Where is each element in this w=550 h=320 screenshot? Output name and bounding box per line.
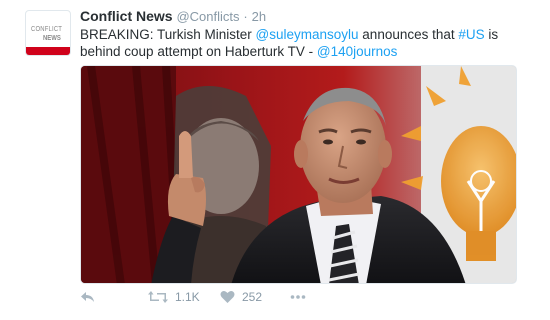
tweet-text: BREAKING: Turkish Minister @suleymansoyl… (80, 26, 520, 60)
avatar-brand-bar (26, 47, 70, 55)
avatar-logo-subtext: NEWS (43, 35, 61, 42)
retweet-icon (148, 290, 168, 304)
author-handle[interactable]: @Conflicts (176, 9, 239, 24)
tweet-photo[interactable] (80, 65, 517, 284)
reply-button[interactable] (80, 290, 95, 304)
retweet-count: 1.1K (175, 290, 200, 304)
more-icon (290, 290, 306, 304)
avatar[interactable]: CONFLICT NEWS (25, 10, 71, 56)
author-name[interactable]: Conflict News (80, 8, 173, 24)
like-count: 252 (242, 290, 263, 304)
tweet-text-part: announces that (358, 27, 459, 42)
tweet-header: Conflict News @Conflicts · 2h (80, 8, 266, 24)
heart-icon (220, 290, 235, 304)
tweet-timestamp[interactable]: 2h (252, 9, 266, 24)
header-separator: · (243, 9, 248, 24)
tweet-actions: 1.1K 252 (80, 290, 520, 310)
reply-icon (80, 290, 95, 304)
mention-link[interactable]: @suleymansoylu (256, 27, 359, 42)
retweet-button[interactable]: 1.1K (148, 290, 200, 304)
more-button[interactable] (290, 290, 306, 304)
tweet-text-part: BREAKING: Turkish Minister (80, 27, 256, 42)
tweet-card[interactable]: CONFLICT NEWS Conflict News @Conflicts ·… (0, 0, 550, 320)
like-button[interactable]: 252 (220, 290, 262, 304)
avatar-logo-text: CONFLICT (31, 26, 63, 33)
hashtag-link[interactable]: #US (458, 27, 484, 42)
mention-link[interactable]: @140journos (317, 44, 398, 59)
